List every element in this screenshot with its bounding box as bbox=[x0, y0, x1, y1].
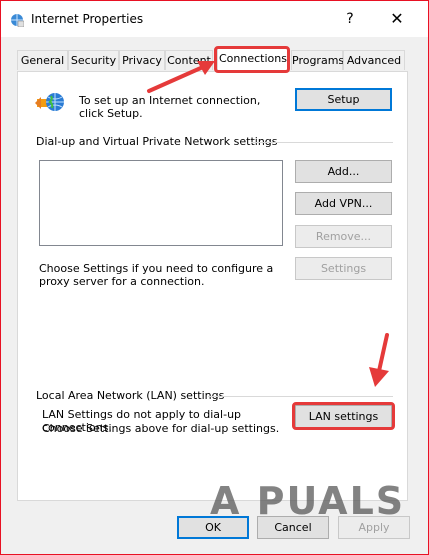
close-button[interactable]: ✕ bbox=[380, 7, 414, 31]
internet-options-icon bbox=[11, 14, 24, 27]
help-button[interactable]: ? bbox=[337, 7, 363, 31]
tab-advanced[interactable]: Advanced bbox=[343, 50, 405, 70]
internet-properties-window: Internet Properties ? ✕ General Security… bbox=[0, 0, 429, 555]
appuals-watermark: A PUALS bbox=[210, 479, 406, 523]
arrow-annotation-icon bbox=[147, 61, 215, 93]
title-bar: Internet Properties ? ✕ bbox=[1, 1, 428, 37]
tab-connections[interactable]: Connections bbox=[217, 47, 289, 71]
lan-note-line2: Choose Settings above for dial-up settin… bbox=[42, 422, 280, 435]
tab-programs[interactable]: Programs bbox=[291, 50, 344, 70]
add-vpn-button[interactable]: Add VPN... bbox=[295, 192, 392, 215]
dialup-divider bbox=[251, 142, 393, 143]
arrow-annotation-icon bbox=[369, 333, 389, 387]
settings-button[interactable]: Settings bbox=[295, 257, 392, 280]
window-title: Internet Properties bbox=[31, 12, 144, 26]
setup-description: To set up an Internet connection, click … bbox=[79, 94, 261, 120]
add-button[interactable]: Add... bbox=[295, 160, 392, 183]
setup-button[interactable]: Setup bbox=[295, 88, 392, 111]
dialup-vpn-heading: Dial-up and Virtual Private Network sett… bbox=[36, 135, 278, 148]
connections-list[interactable] bbox=[39, 160, 283, 246]
lan-settings-button[interactable]: LAN settings bbox=[295, 405, 392, 428]
proxy-instructions: Choose Settings if you need to configure… bbox=[39, 262, 274, 288]
network-globe-icon bbox=[35, 93, 64, 111]
lan-heading: Local Area Network (LAN) settings bbox=[36, 389, 225, 402]
remove-button[interactable]: Remove... bbox=[295, 225, 392, 248]
tab-security[interactable]: Security bbox=[68, 50, 119, 70]
tab-general[interactable]: General bbox=[17, 50, 68, 70]
lan-divider bbox=[208, 396, 393, 397]
